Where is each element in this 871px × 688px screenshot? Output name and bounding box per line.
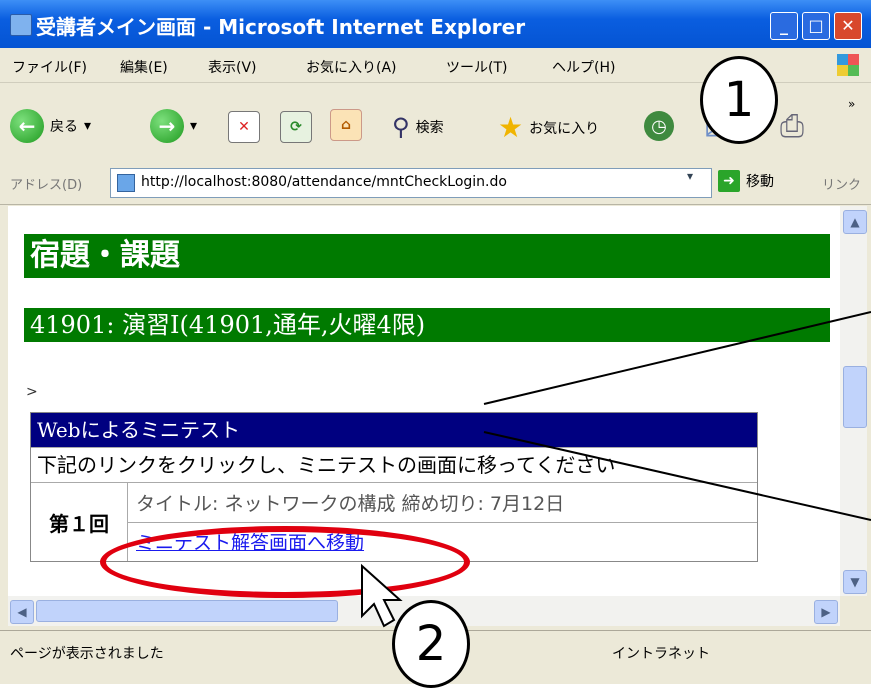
callout-number-2: 2	[392, 600, 470, 688]
mouse-cursor-icon	[361, 563, 403, 628]
pointer-line-lower	[483, 431, 871, 521]
pointer-line-upper	[483, 311, 871, 405]
callout-number-1: 1	[700, 56, 778, 144]
